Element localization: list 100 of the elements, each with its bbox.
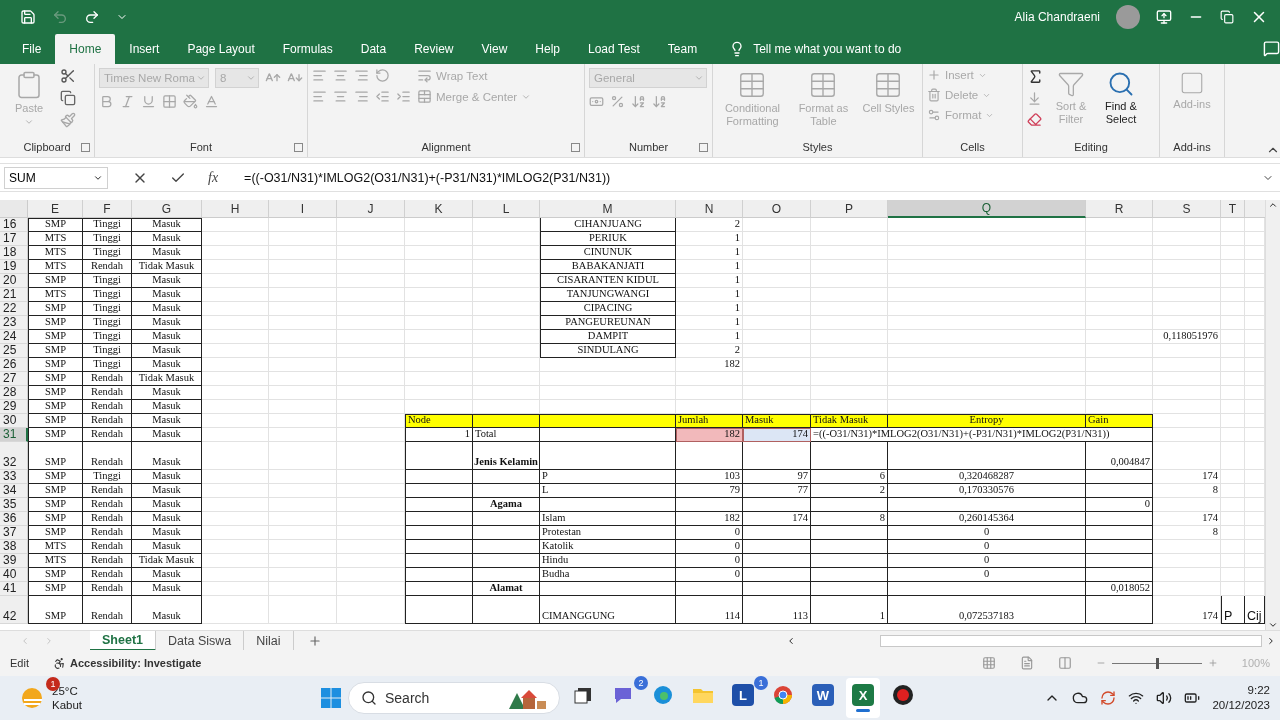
battery-icon[interactable]: [1184, 690, 1201, 706]
row-header[interactable]: 39: [0, 554, 28, 568]
font-color-icon[interactable]: [204, 94, 219, 109]
column-header[interactable]: Q: [888, 200, 1086, 218]
column-header[interactable]: T: [1221, 200, 1245, 218]
menu-tab[interactable]: Formulas: [268, 33, 347, 64]
row-header[interactable]: 36: [0, 512, 28, 526]
row-header[interactable]: 31: [0, 428, 28, 442]
accessibility-status[interactable]: Accessibility: Investigate: [69, 657, 202, 669]
row-header[interactable]: 24: [0, 330, 28, 344]
add-sheet-icon[interactable]: [307, 633, 322, 648]
column-header[interactable]: F: [83, 200, 132, 218]
menu-tab[interactable]: Page Layout: [173, 33, 269, 64]
scroll-left-icon[interactable]: [786, 635, 796, 646]
column-header[interactable]: S: [1153, 200, 1221, 218]
column-header[interactable]: H: [202, 200, 269, 218]
previous-sheet-icon[interactable]: [20, 635, 30, 646]
insert-function-icon[interactable]: fx: [208, 169, 219, 186]
column-header[interactable]: K: [405, 200, 473, 218]
comments-icon[interactable]: [1263, 40, 1280, 57]
eraser-icon[interactable]: [1027, 112, 1042, 127]
column-header[interactable]: P: [811, 200, 888, 218]
row-header[interactable]: 37: [0, 526, 28, 540]
bold-icon[interactable]: [99, 94, 114, 109]
row-header[interactable]: 19: [0, 260, 28, 274]
save-icon[interactable]: [20, 8, 36, 25]
vertical-scrollbar[interactable]: [1265, 200, 1280, 630]
row-header[interactable]: 18: [0, 246, 28, 260]
row-header[interactable]: 32: [0, 442, 28, 470]
column-header[interactable]: N: [676, 200, 743, 218]
column-header[interactable]: J: [337, 200, 405, 218]
row-header[interactable]: 30: [0, 414, 28, 428]
italic-icon[interactable]: [120, 94, 135, 109]
select-all-corner[interactable]: [0, 200, 28, 218]
volume-icon[interactable]: [1156, 690, 1173, 706]
browser-icon[interactable]: [772, 684, 794, 706]
menu-tab[interactable]: Data: [346, 33, 401, 64]
find-select-button[interactable]: Find & Select: [1098, 68, 1144, 128]
borders-icon[interactable]: [162, 94, 177, 109]
top-align-icon[interactable]: [312, 68, 327, 83]
row-header[interactable]: 25: [0, 344, 28, 358]
menu-tab[interactable]: Insert: [115, 33, 174, 64]
bottom-align-icon[interactable]: [354, 68, 369, 83]
menu-tab[interactable]: View: [467, 33, 522, 64]
undo-icon[interactable]: [52, 8, 68, 25]
row-header[interactable]: 21: [0, 288, 28, 302]
row-header[interactable]: 29: [0, 400, 28, 414]
align-right-icon[interactable]: [354, 89, 369, 104]
dialog-launcher-icon[interactable]: [81, 142, 90, 152]
cloud-icon[interactable]: [1072, 690, 1089, 706]
fill-color-icon[interactable]: [183, 94, 198, 109]
app-icon[interactable]: L: [732, 684, 754, 706]
page-layout-icon[interactable]: [1019, 656, 1034, 670]
row-header[interactable]: 41: [0, 582, 28, 596]
sync-icon[interactable]: [1100, 690, 1117, 706]
currency-icon[interactable]: [589, 94, 604, 109]
tell-me-field[interactable]: Tell me what you want to do: [753, 41, 902, 56]
menu-tab[interactable]: File: [8, 33, 56, 64]
row-header[interactable]: 23: [0, 316, 28, 330]
column-header[interactable]: M: [540, 200, 676, 218]
dialog-launcher-icon[interactable]: [294, 142, 303, 152]
middle-align-icon[interactable]: [333, 68, 348, 83]
app-icon[interactable]: W: [812, 684, 834, 706]
row-header[interactable]: 20: [0, 274, 28, 288]
next-sheet-icon[interactable]: [44, 635, 54, 646]
browser-icon[interactable]: [652, 684, 674, 706]
row-header[interactable]: 40: [0, 568, 28, 582]
center-icon[interactable]: [333, 89, 348, 104]
restore-icon[interactable]: [1220, 9, 1234, 24]
decrease-indent-icon[interactable]: [375, 89, 390, 104]
align-left-icon[interactable]: [312, 89, 327, 104]
dialog-launcher-icon[interactable]: [699, 142, 708, 152]
scroll-right-icon[interactable]: [1266, 635, 1276, 646]
page-break-icon[interactable]: [1057, 656, 1072, 670]
wifi-icon[interactable]: [1128, 690, 1145, 706]
window-icon[interactable]: [573, 685, 593, 705]
fill-icon[interactable]: [1027, 91, 1042, 106]
format-painter-icon[interactable]: [60, 112, 76, 128]
copy-icon[interactable]: [60, 90, 76, 106]
menu-tab[interactable]: Help: [521, 33, 574, 64]
percent-icon[interactable]: [610, 94, 625, 109]
sheet-tab[interactable]: Sheet1: [90, 630, 156, 651]
row-header[interactable]: 26: [0, 358, 28, 372]
row-header[interactable]: 42: [0, 596, 28, 624]
row-header[interactable]: 33: [0, 470, 28, 484]
search-field[interactable]: Search: [348, 682, 560, 714]
zoom-slider[interactable]: [1155, 657, 1159, 669]
column-header[interactable]: E: [28, 200, 83, 218]
scroll-up-icon[interactable]: [1268, 200, 1278, 210]
row-header[interactable]: 35: [0, 498, 28, 512]
horizontal-scrollbar[interactable]: [880, 634, 1262, 647]
row-header[interactable]: 16: [0, 218, 28, 232]
ribbon-display-icon[interactable]: [1156, 8, 1172, 25]
column-header[interactable]: I: [269, 200, 337, 218]
dialog-launcher-icon[interactable]: [571, 142, 580, 152]
column-header[interactable]: L: [473, 200, 540, 218]
name-box[interactable]: SUM: [4, 166, 108, 189]
row-header[interactable]: 17: [0, 232, 28, 246]
record-icon[interactable]: [892, 684, 914, 706]
row-header[interactable]: 34: [0, 484, 28, 498]
